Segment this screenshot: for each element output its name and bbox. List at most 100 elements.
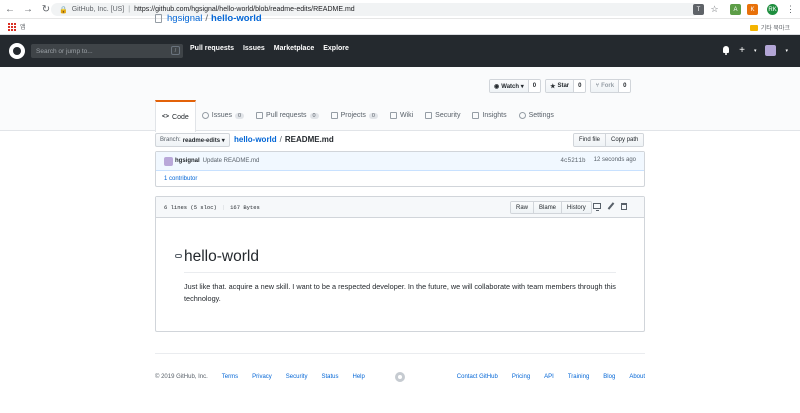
- commit-meta: 4c5211b 12 seconds ago: [560, 157, 636, 164]
- link-anchor-icon[interactable]: [175, 254, 182, 258]
- file-actions: Raw Blame History: [510, 201, 592, 214]
- commit-time: 12 seconds ago: [593, 157, 636, 163]
- star-group: ★ Star 0: [545, 79, 587, 93]
- footer-security[interactable]: Security: [286, 374, 308, 380]
- commit-author-avatar[interactable]: [164, 156, 173, 166]
- footer-help[interactable]: Help: [353, 374, 365, 380]
- star-button[interactable]: ★ Star: [546, 80, 574, 92]
- footer-contact[interactable]: Contact GitHub: [457, 374, 498, 380]
- menu-icon[interactable]: ⋮: [785, 4, 796, 15]
- shield-icon: [425, 112, 433, 119]
- apps-label[interactable]: 앱: [20, 22, 26, 31]
- footer-about[interactable]: About: [629, 374, 645, 380]
- commit-message[interactable]: Update README.md: [203, 158, 260, 164]
- footer-status[interactable]: Status: [321, 374, 338, 380]
- file-header: 6 lines (5 sloc) | 167 Bytes Raw Blame H…: [156, 197, 644, 218]
- desktop-icon[interactable]: [593, 203, 601, 211]
- watch-count[interactable]: 0: [527, 80, 541, 92]
- repo-owner-link[interactable]: hgsignal: [167, 13, 202, 24]
- nav-marketplace[interactable]: Marketplace: [274, 45, 314, 52]
- copy-path-button[interactable]: Copy path: [605, 134, 644, 146]
- header-nav: Pull requests Issues Marketplace Explore: [190, 45, 349, 52]
- footer-training[interactable]: Training: [568, 374, 589, 380]
- apps-icon[interactable]: [8, 22, 16, 31]
- tab-projects[interactable]: Projects 0: [325, 100, 384, 131]
- github-mark-icon[interactable]: [395, 372, 405, 382]
- pull-request-icon: [256, 112, 264, 119]
- bookmarks-bar: 앱 기타 북마크: [0, 19, 800, 35]
- tab-issues-label: Issues: [211, 112, 232, 119]
- fork-group: ⑂ Fork 0: [590, 79, 632, 93]
- commit-sha[interactable]: 4c5211b: [560, 157, 585, 164]
- url-separator: |: [128, 6, 131, 13]
- trash-icon[interactable]: [621, 202, 627, 210]
- tab-code[interactable]: <> Code: [155, 100, 196, 132]
- projects-counter: 0: [368, 112, 378, 119]
- book-icon: [389, 112, 397, 119]
- footer-terms[interactable]: Terms: [222, 374, 238, 380]
- gear-icon: [518, 112, 526, 119]
- address-bar[interactable]: 🔒 GitHub, Inc. [US] | https://github.com…: [51, 3, 699, 16]
- blame-button[interactable]: Blame: [533, 202, 562, 213]
- footer-left: © 2019 GitHub, Inc. Terms Privacy Securi…: [155, 374, 365, 380]
- folder-icon: [749, 24, 758, 31]
- translate-icon[interactable]: T: [693, 4, 704, 15]
- fork-icon: ⑂: [595, 83, 600, 89]
- search-input[interactable]: Search or jump to... /: [31, 44, 183, 58]
- user-avatar[interactable]: [765, 45, 777, 56]
- search-shortcut-key: /: [171, 46, 180, 55]
- commit-author[interactable]: hgsignal: [175, 158, 200, 164]
- watch-button[interactable]: ◉ Watch ▾: [490, 80, 528, 92]
- lock-icon: 🔒: [59, 6, 68, 14]
- fork-count[interactable]: 0: [618, 80, 631, 92]
- raw-button[interactable]: Raw: [511, 202, 534, 213]
- github-logo-icon[interactable]: [9, 43, 25, 59]
- branch-select-button[interactable]: Branch: readme-edits ▾: [155, 133, 230, 147]
- star-count[interactable]: 0: [573, 80, 586, 92]
- tab-settings-label: Settings: [528, 112, 554, 119]
- contributors-link[interactable]: 1 contributor: [156, 171, 644, 187]
- nav-issues[interactable]: Issues: [243, 45, 265, 52]
- fork-button[interactable]: ⑂ Fork: [591, 80, 619, 92]
- footer-blog[interactable]: Blog: [603, 374, 615, 380]
- create-caret-icon[interactable]: ▾: [754, 48, 757, 54]
- file-box: 6 lines (5 sloc) | 167 Bytes Raw Blame H…: [155, 196, 645, 332]
- fork-label: Fork: [601, 83, 615, 89]
- pencil-icon[interactable]: [607, 202, 615, 210]
- history-button[interactable]: History: [561, 202, 591, 213]
- nav-explore[interactable]: Explore: [323, 45, 349, 52]
- breadcrumb-repo-link[interactable]: hello-world: [234, 135, 277, 144]
- bookmark-star-icon[interactable]: ☆: [709, 4, 720, 15]
- repo-name-link[interactable]: hello-world: [211, 13, 262, 24]
- footer-pricing[interactable]: Pricing: [512, 374, 530, 380]
- tab-pull-requests[interactable]: Pull requests 0: [250, 100, 325, 131]
- tab-wiki-label: Wiki: [399, 112, 414, 119]
- tab-insights[interactable]: Insights: [466, 100, 512, 131]
- user-caret-icon[interactable]: ▾: [785, 48, 788, 54]
- footer-privacy[interactable]: Privacy: [252, 374, 272, 380]
- find-file-button[interactable]: Find file: [574, 134, 606, 146]
- readme-body: Just like that. acquire a new skill. I w…: [184, 282, 616, 303]
- extension-icon[interactable]: A: [730, 4, 741, 15]
- notifications-bell-icon[interactable]: [722, 46, 730, 55]
- footer-api[interactable]: API: [544, 374, 554, 380]
- profile-avatar[interactable]: RK: [767, 4, 778, 15]
- tab-security[interactable]: Security: [419, 100, 466, 131]
- breadcrumb: hello-world / README.md: [234, 135, 334, 144]
- nav-pull-requests[interactable]: Pull requests: [190, 45, 234, 52]
- extension-icon-2[interactable]: K: [747, 4, 758, 15]
- pulls-counter: 0: [309, 112, 319, 119]
- tab-issues[interactable]: Issues 0: [196, 100, 250, 131]
- forward-icon[interactable]: →: [20, 1, 36, 17]
- back-icon[interactable]: ←: [2, 1, 18, 17]
- file-lines: 6 lines (5 sloc): [164, 203, 217, 211]
- footer-right: Contact GitHub Pricing API Training Blog…: [457, 374, 645, 380]
- graph-icon: [472, 112, 480, 119]
- tab-settings[interactable]: Settings: [513, 100, 560, 131]
- browser-toolbar: ← → ↻ 🔒 GitHub, Inc. [US] | https://gith…: [0, 0, 800, 19]
- tab-wiki[interactable]: Wiki: [384, 100, 419, 131]
- watch-label: Watch ▾: [501, 83, 524, 90]
- file-icon-actions: [593, 202, 627, 211]
- create-new-icon[interactable]: +: [739, 46, 745, 56]
- other-bookmarks[interactable]: 기타 북마크: [749, 23, 790, 32]
